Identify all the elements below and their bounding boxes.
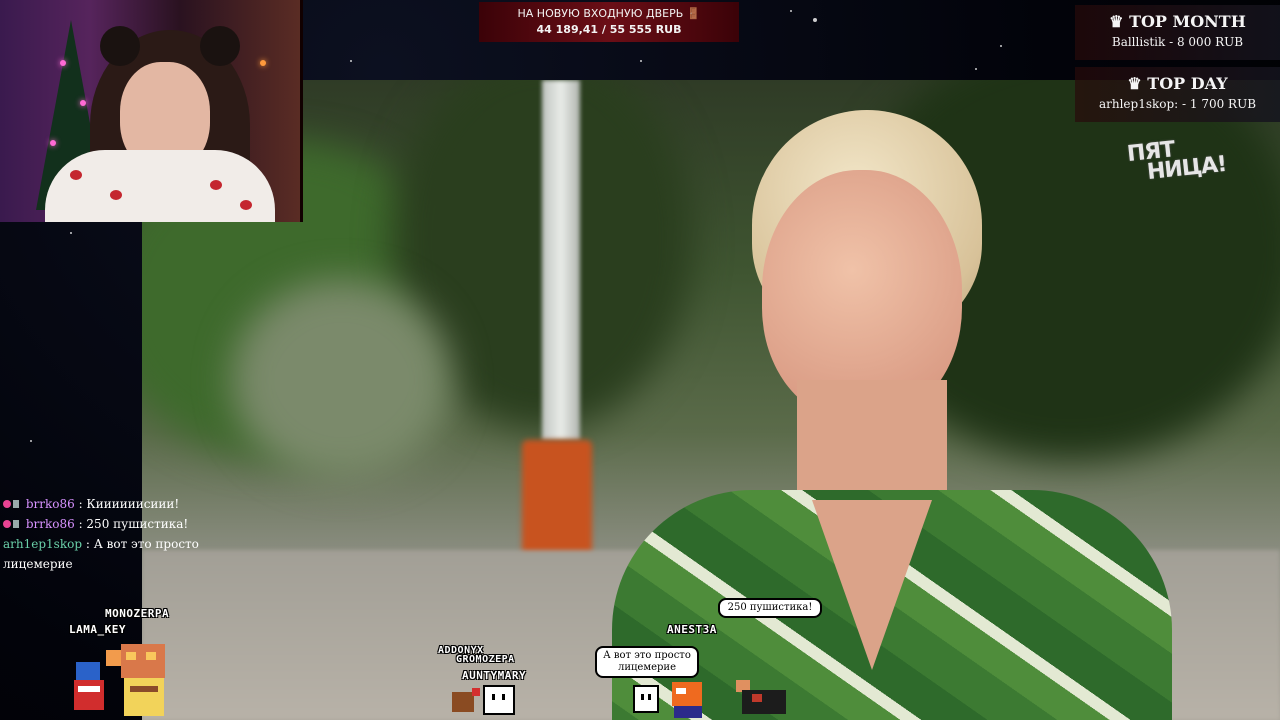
top-month-box: ♛ TOP MONTH Balllistik - 8 000 RUB xyxy=(1075,5,1280,60)
chat-message: brrko86 : Киииииисиии! xyxy=(0,494,200,514)
top-day-value: arhlep1skop: - 1 700 RUB xyxy=(1098,97,1257,111)
trophy-icon: ♛ xyxy=(1127,74,1148,93)
avatar-name: ANEST3A xyxy=(667,623,717,636)
goal-progress: 44 189,41 / 55 555 RUB xyxy=(536,23,682,36)
road-barrier xyxy=(522,440,592,560)
heart-badge-icon xyxy=(3,520,11,528)
lamp-pole xyxy=(542,80,580,440)
channel-logo: ПЯТ НИЦА! xyxy=(1125,137,1228,186)
goal-title: НА НОВУЮ ВХОДНУЮ ДВЕРЬ 🚪 xyxy=(517,7,701,20)
top-month-value: Balllistik - 8 000 RUB xyxy=(1111,35,1244,49)
pixel-avatars-group xyxy=(452,685,515,715)
top-donors: ♛ TOP MONTH Balllistik - 8 000 RUB ♛ TOP… xyxy=(1063,0,1280,125)
avatar-name: MONOZERPA xyxy=(105,607,170,620)
pixel-avatars-group xyxy=(74,644,165,716)
chat-message-continued: лицемерие xyxy=(3,557,73,571)
top-month-title: TOP MONTH xyxy=(1129,12,1246,31)
streamer-hoodie xyxy=(45,150,275,222)
avatar-name: GROMOZEPA xyxy=(456,654,515,665)
top-day-box: ♛ TOP DAY arhlep1skop: - 1 700 RUB xyxy=(1075,67,1280,122)
speech-bubble: 250 пушистика! xyxy=(718,598,822,618)
avatar-name: LAMA_KEY xyxy=(69,623,126,636)
heart-badge-icon xyxy=(3,500,11,508)
chat-overlay: brrko86 : Киииииисиии! brrko86 : 250 пуш… xyxy=(0,494,200,574)
trophy-icon: ♛ xyxy=(1109,12,1130,31)
chat-message: brrko86 : 250 пушистика! xyxy=(0,514,200,534)
sub-badge-icon xyxy=(13,520,19,528)
speech-bubble: А вот это просто лицемерие xyxy=(595,646,699,678)
pixel-avatars-group xyxy=(633,680,786,718)
top-day-title: TOP DAY xyxy=(1147,74,1228,93)
webcam-overlay xyxy=(0,0,303,222)
sub-badge-icon xyxy=(13,500,19,508)
chat-message: arh1ep1skop : А вот это просто xyxy=(3,537,199,551)
donation-goal: НА НОВУЮ ВХОДНУЮ ДВЕРЬ 🚪 44 189,41 / 55 … xyxy=(479,2,739,42)
